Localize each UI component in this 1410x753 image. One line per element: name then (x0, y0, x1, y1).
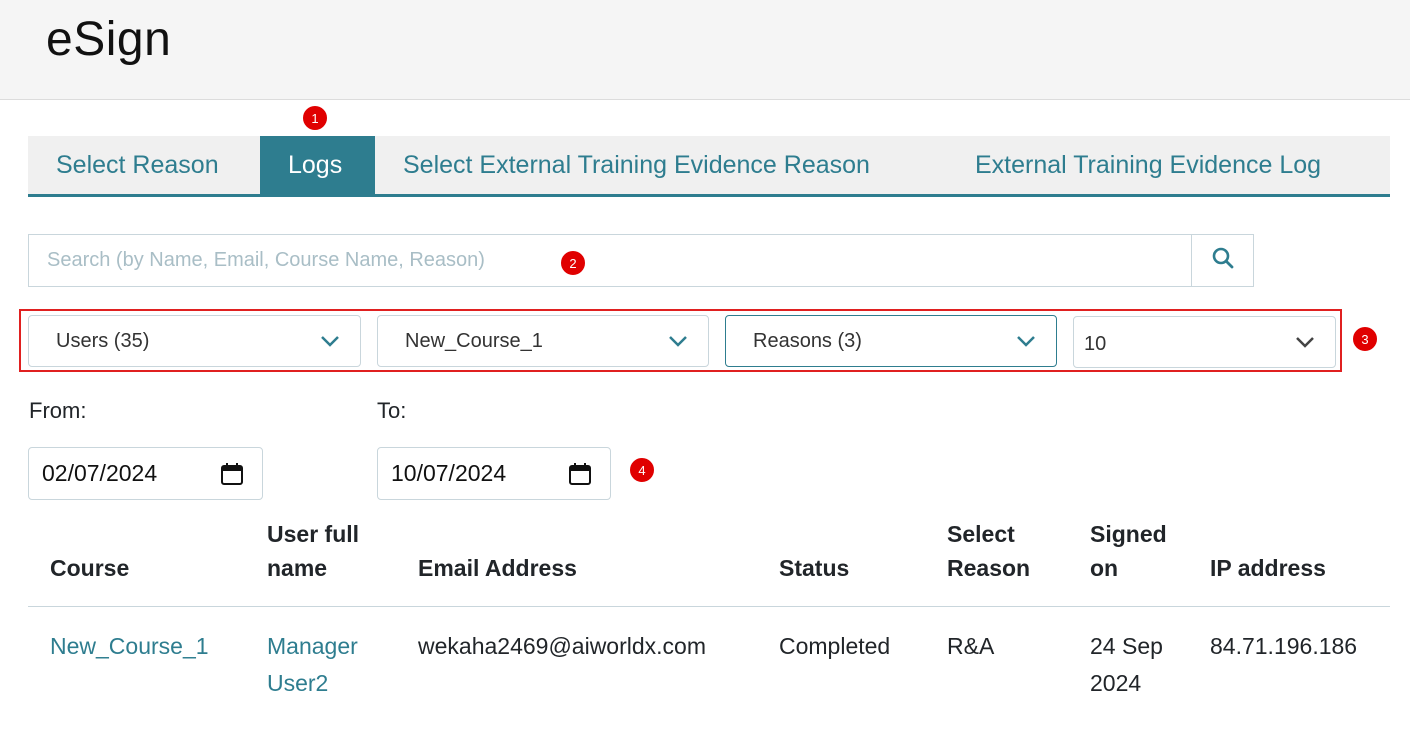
table-header-divider (28, 606, 1390, 607)
users-select-value: Users (35) (56, 329, 150, 352)
course-select[interactable]: New_Course_1 (377, 315, 709, 367)
signed-on-cell-line1: 24 Sep (1090, 633, 1163, 659)
signed-on-cell-line2: 2024 (1090, 670, 1142, 696)
tab-select-external-training-evidence-reason[interactable]: Select External Training Evidence Reason (375, 136, 946, 194)
to-label: To: (377, 398, 407, 423)
column-header-signed-on-line2: on (1090, 555, 1119, 581)
column-header-signed-on-line1: Signed (1090, 521, 1167, 547)
search-icon (1212, 247, 1234, 274)
chevron-down-icon (300, 335, 360, 347)
annotation-badge-3: 3 (1352, 326, 1378, 352)
column-header-ip-address: IP address (1210, 555, 1326, 581)
tab-bar: Select Reason Logs Select External Train… (28, 136, 1390, 197)
search-input[interactable] (29, 235, 1191, 286)
to-date-value: 10/07/2024 (391, 460, 507, 486)
chevron-down-icon (1275, 336, 1335, 348)
reasons-select[interactable]: Reasons (3) (725, 315, 1057, 367)
column-header-user-full-name-line1: User full (267, 521, 360, 547)
column-header-select-reason-line2: Reason (947, 555, 1031, 581)
reason-cell: R&A (947, 633, 995, 659)
reasons-select-value: Reasons (3) (753, 329, 862, 352)
column-header-course: Course (50, 555, 130, 581)
chevron-down-icon (996, 335, 1056, 347)
app-header: eSign (0, 0, 1410, 100)
search-bar (28, 234, 1254, 287)
from-date-input[interactable]: 02/07/2024 (28, 447, 263, 500)
app-title: eSign (46, 13, 172, 66)
column-header-user-full-name-line2: name (267, 555, 328, 581)
email-cell: wekaha2469@aiworldx.com (418, 633, 706, 659)
calendar-icon[interactable] (202, 462, 262, 486)
ip-address-cell: 84.71.196.186 (1210, 633, 1358, 659)
annotation-badge-1: 1 (302, 105, 328, 131)
column-header-select-reason-line1: Select (947, 521, 1015, 547)
annotation-badge-4: 4 (629, 457, 655, 483)
course-link[interactable]: New_Course_1 (50, 628, 209, 665)
column-header-status: Status (779, 555, 850, 581)
tab-logs[interactable]: Logs (260, 136, 375, 194)
tab-external-training-evidence-log[interactable]: External Training Evidence Log (946, 136, 1390, 194)
calendar-icon[interactable] (550, 462, 610, 486)
user-link-line2[interactable]: User2 (267, 665, 328, 702)
page-size-select-value: 10 (1084, 332, 1107, 355)
user-link-line1[interactable]: Manager (267, 628, 358, 665)
from-label: From: (29, 398, 87, 423)
status-cell: Completed (779, 633, 891, 659)
annotation-badge-2: 2 (560, 250, 586, 276)
chevron-down-icon (648, 335, 708, 347)
users-select[interactable]: Users (35) (28, 315, 361, 367)
tab-select-reason[interactable]: Select Reason (28, 136, 260, 194)
column-header-email: Email Address (418, 555, 577, 581)
course-select-value: New_Course_1 (405, 329, 543, 352)
from-date-value: 02/07/2024 (42, 460, 158, 486)
search-button[interactable] (1191, 235, 1253, 286)
page-size-select[interactable]: 10 (1073, 316, 1336, 368)
to-date-input[interactable]: 10/07/2024 (377, 447, 611, 500)
